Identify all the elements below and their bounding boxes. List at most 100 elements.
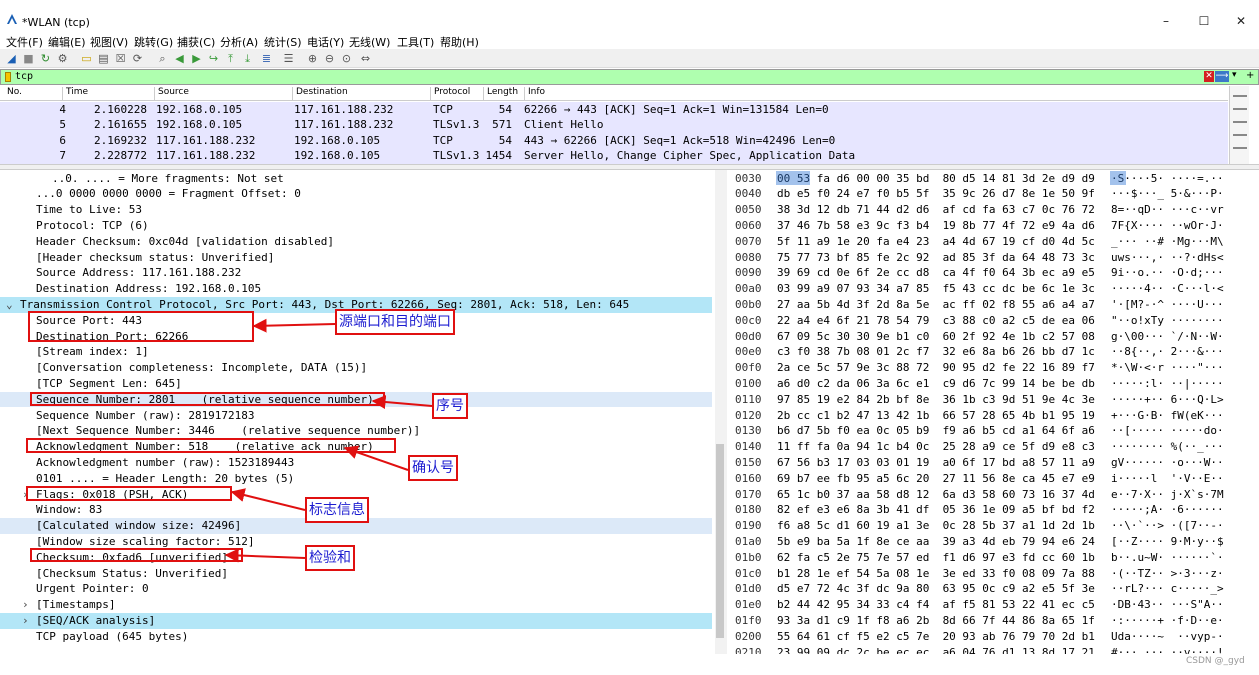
packet-row[interactable]: 7 2.228772 117.161.188.232 192.168.0.105 TLS… (0, 148, 1228, 164)
column-header[interactable]: Time (62, 87, 154, 100)
detail-line[interactable]: 0101 .... = Header Length: 20 bytes (5) (0, 471, 712, 487)
back-icon[interactable]: ◀ (172, 51, 187, 66)
bytes-row[interactable]: 0120 2b cc c1 b2 47 13 42 1b 66 57 28 65 … (731, 408, 1251, 424)
bytes-row[interactable]: 00b0 27 aa 5b 4d 3f 2d 8a 5e ac ff 02 f8 … (731, 297, 1251, 313)
bytes-row[interactable]: 0150 67 56 b3 17 03 03 01 19 a0 6f 17 bd … (731, 455, 1251, 471)
first-icon[interactable]: ⤒ (223, 51, 238, 66)
bytes-row[interactable]: 0130 b6 d7 5b f0 ea 0c 05 b9 f9 a6 b5 cd … (731, 423, 1251, 439)
save-icon[interactable]: ▤ (96, 51, 111, 66)
column-header[interactable]: Info (524, 87, 1224, 100)
bytes-row[interactable]: 0040 db e5 f0 24 e7 f0 b5 5f 35 9c 26 d7 … (731, 186, 1251, 202)
detail-line[interactable]: ...0 0000 0000 0000 = Fragment Offset: 0 (0, 186, 712, 202)
close-button[interactable]: ✕ (1233, 14, 1249, 28)
menu-item[interactable]: 跳转(G) (134, 34, 173, 50)
bytes-row[interactable]: 00f0 2a ce 5c 57 9e 3c 88 72 90 95 d2 fe … (731, 360, 1251, 376)
detail-line[interactable]: [Checksum Status: Unverified] (0, 566, 712, 582)
menu-item[interactable]: 视图(V) (90, 34, 128, 50)
expander-icon[interactable]: › (22, 614, 29, 627)
reload-icon[interactable]: ⟳ (130, 51, 145, 66)
bytes-row[interactable]: 0200 55 64 61 cf f5 e2 c5 7e 20 93 ab 76 … (731, 629, 1251, 645)
detail-line[interactable]: Acknowledgment number (raw): 1523189443 (0, 455, 712, 471)
detail-line[interactable]: TCP payload (645 bytes) (0, 629, 712, 645)
goto-icon[interactable]: ↪ (206, 51, 221, 66)
zoom-out-icon[interactable]: ⊖ (322, 51, 337, 66)
detail-line[interactable]: Header Checksum: 0xc04d [validation disa… (0, 234, 712, 250)
details-scrollbar-thumb[interactable] (716, 444, 724, 638)
stop-icon[interactable]: ■ (21, 51, 36, 66)
restart-icon[interactable]: ↻ (38, 51, 53, 66)
detail-line[interactable]: Urgent Pointer: 0 (0, 581, 712, 597)
forward-icon[interactable]: ▶ (189, 51, 204, 66)
bytes-row[interactable]: 00d0 67 09 5c 30 30 9e b1 c0 60 2f 92 4e … (731, 329, 1251, 345)
packet-row[interactable]: 4 2.160228 192.168.0.105 117.161.188.232 TCP… (0, 101, 1228, 117)
menu-item[interactable]: 无线(W) (349, 34, 390, 50)
add-filter-button[interactable]: + (1246, 70, 1254, 81)
detail-line[interactable]: [Stream index: 1] (0, 344, 712, 360)
menu-item[interactable]: 工具(T) (397, 34, 434, 50)
detail-line[interactable]: Destination Address: 192.168.0.105 (0, 281, 712, 297)
bytes-row[interactable]: 0100 a6 d0 c2 da 06 3a 6c e1 c9 d6 7c 99 … (731, 376, 1251, 392)
detail-line[interactable]: › [SEQ/ACK analysis] (0, 612, 712, 629)
colorize-icon[interactable]: ☰ (281, 51, 296, 66)
bytes-row[interactable]: 01c0 b1 28 1e ef 54 5a 08 1e 3e ed 33 f0 … (731, 566, 1251, 582)
detail-line[interactable]: Protocol: TCP (6) (0, 218, 712, 234)
menu-item[interactable]: 电话(Y) (307, 34, 344, 50)
column-header[interactable]: Protocol (430, 87, 483, 100)
column-header[interactable]: No. (4, 87, 62, 100)
menu-item[interactable]: 编辑(E) (48, 34, 86, 50)
zoom-in-icon[interactable]: ⊕ (305, 51, 320, 66)
detail-line[interactable]: [Header checksum status: Unverified] (0, 250, 712, 266)
bytes-row[interactable]: 0170 65 1c b0 37 aa 58 d8 12 6a d3 58 60 … (731, 487, 1251, 503)
expander-icon[interactable]: ⌄ (6, 298, 13, 311)
bytes-row[interactable]: 0160 69 b7 ee fb 95 a5 6c 20 27 11 56 8e … (731, 471, 1251, 487)
bytes-row[interactable]: 0060 37 46 7b 58 e3 9c f3 b4 19 8b 77 4f … (731, 218, 1251, 234)
bytes-row[interactable]: 0080 75 77 73 bf 85 fe 2c 92 ad 85 3f da … (731, 250, 1251, 266)
filter-history-dropdown[interactable]: ▾ (1232, 70, 1237, 80)
zoom-reset-icon[interactable]: ⊙ (339, 51, 354, 66)
bytes-row[interactable]: 0180 82 ef e3 e6 8a 3b 41 df 05 36 1e 09 … (731, 502, 1251, 518)
bytes-row[interactable]: 00a0 03 99 a9 07 93 34 a7 85 f5 43 cc dc … (731, 281, 1251, 297)
close-file-icon[interactable]: ☒ (113, 51, 128, 66)
detail-line[interactable]: Time to Live: 53 (0, 202, 712, 218)
bytes-row[interactable]: 0210 23 99 09 dc 2c be ec ec a6 04 76 d1 … (731, 645, 1251, 655)
bytes-row[interactable]: 0090 39 69 cd 0e 6f 2e cc d8 ca 4f f0 64 … (731, 265, 1251, 281)
detail-line[interactable]: Source Address: 117.161.188.232 (0, 265, 712, 281)
detail-line[interactable]: [Conversation completeness: Incomplete, … (0, 360, 712, 376)
detail-line[interactable]: ..0. .... = More fragments: Not set (0, 171, 712, 187)
detail-line[interactable]: [Next Sequence Number: 3446 (relative se… (0, 423, 712, 439)
display-filter-bar[interactable]: tcp ✕ ⟶ ▾ + (0, 69, 1259, 85)
menu-item[interactable]: 分析(A) (220, 34, 258, 50)
open-icon[interactable]: ▭ (79, 51, 94, 66)
menu-item[interactable]: 统计(S) (264, 34, 302, 50)
shark-start-icon[interactable]: ◢ (4, 51, 19, 66)
autoscroll-icon[interactable]: ≣ (259, 51, 274, 66)
bytes-row[interactable]: 00e0 c3 f0 38 7b 08 01 2c f7 32 e6 8a b6 … (731, 344, 1251, 360)
bytes-row[interactable]: 0140 11 ff fa 0a 94 1c b4 0c 25 28 a9 ce … (731, 439, 1251, 455)
packet-row[interactable]: 5 2.161655 192.168.0.105 117.161.188.232 TLS… (0, 117, 1228, 133)
apply-filter-button[interactable]: ⟶ (1215, 71, 1229, 82)
filter-input[interactable]: tcp (15, 71, 33, 82)
minimize-button[interactable]: – (1158, 14, 1174, 28)
bytes-row[interactable]: 0190 f6 a8 5c d1 60 19 a1 3e 0c 28 5b 37 … (731, 518, 1251, 534)
packet-list-scrollbar[interactable] (1229, 86, 1249, 164)
bookmark-icon[interactable] (5, 72, 11, 82)
find-icon[interactable]: ⌕ (155, 51, 170, 66)
bytes-row[interactable]: 00c0 22 a4 e4 6f 21 78 54 79 c3 88 c0 a2 … (731, 313, 1251, 329)
bytes-row[interactable]: 01a0 5b e9 ba 5a 1f 8e ce aa 39 a3 4d eb … (731, 534, 1251, 550)
expander-icon[interactable]: › (22, 598, 29, 611)
column-header[interactable]: Source (154, 87, 292, 100)
bytes-row[interactable]: 0110 97 85 19 e2 84 2b bf 8e 36 1b c3 9d … (731, 392, 1251, 408)
bytes-row[interactable]: 01f0 93 3a d1 c9 1f f8 a6 2b 8d 66 7f 44 … (731, 613, 1251, 629)
resize-columns-icon[interactable]: ⇔ (358, 51, 373, 66)
menu-item[interactable]: 帮助(H) (440, 34, 479, 50)
bytes-row[interactable]: 0050 38 3d 12 db 71 44 d2 d6 af cd fa 63 … (731, 202, 1251, 218)
column-header[interactable]: Destination (292, 87, 430, 100)
menu-item[interactable]: 捕获(C) (177, 34, 215, 50)
menu-item[interactable]: 文件(F) (6, 34, 43, 50)
bytes-row[interactable]: 0070 5f 11 a9 1e 20 fa e4 23 a4 4d 67 19 … (731, 234, 1251, 250)
column-header[interactable]: Length (483, 87, 524, 100)
clear-filter-button[interactable]: ✕ (1204, 71, 1214, 82)
detail-line[interactable]: Sequence Number (raw): 2819172183 (0, 408, 712, 424)
packet-row[interactable]: 6 2.169232 117.161.188.232 192.168.0.105 TCP… (0, 132, 1228, 149)
detail-line[interactable]: › [Timestamps] (0, 597, 712, 613)
